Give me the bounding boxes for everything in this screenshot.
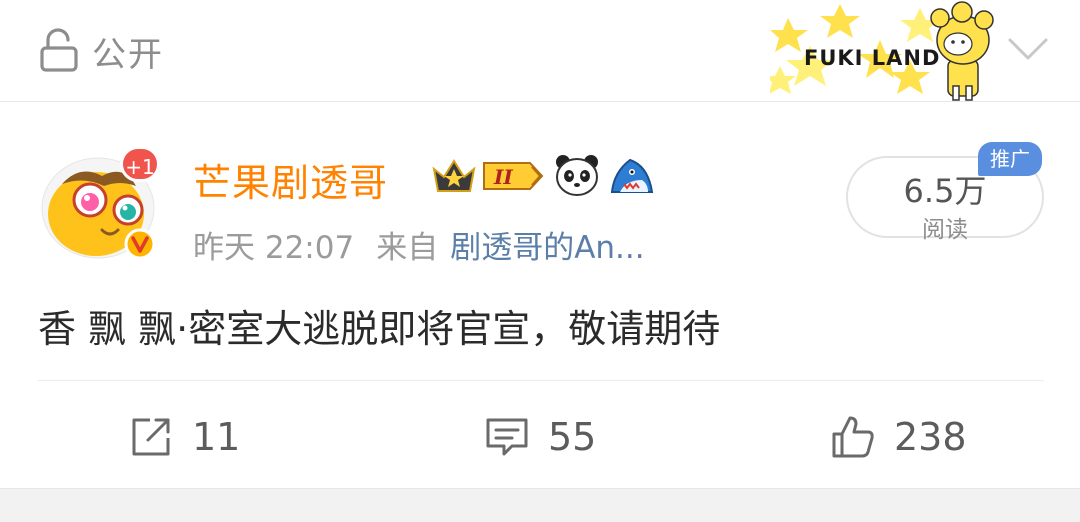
shark-badge-icon[interactable] — [608, 154, 656, 198]
panda-badge-icon[interactable] — [554, 152, 600, 198]
repost-icon — [132, 418, 170, 456]
promo-badge: 推广 — [978, 142, 1042, 176]
repost-count: 11 — [192, 415, 241, 459]
comment-button[interactable]: 55 — [484, 410, 596, 464]
like-button[interactable]: 238 — [830, 410, 967, 464]
post-text[interactable]: 香 飘 飘·密室大逃脱即将官宣，敬请期待 — [38, 298, 720, 353]
read-label: 阅读 — [922, 217, 968, 243]
new-notification-badge: +1 — [120, 146, 160, 182]
post-time: 昨天 22:07 — [193, 230, 355, 266]
banner-text: FUKI LAND — [804, 46, 941, 70]
feed-separator — [0, 488, 1080, 522]
from-label: 来自 — [376, 230, 439, 266]
username[interactable]: 芒果剧透哥 — [193, 152, 388, 207]
source-link[interactable]: 剧透哥的An... — [450, 230, 644, 266]
comment-icon — [486, 418, 528, 456]
visibility-indicator[interactable]: 公开 — [38, 26, 164, 76]
like-count: 238 — [894, 415, 967, 459]
crown-member-badge-icon[interactable]: II — [430, 155, 545, 197]
post-topbar: 公开 FUKI LAND — [0, 0, 1080, 102]
visibility-label: 公开 — [92, 34, 164, 75]
chevron-down-icon[interactable] — [1006, 30, 1050, 66]
divider — [38, 380, 1044, 381]
repost-button[interactable]: 11 — [128, 410, 240, 464]
svg-text:II: II — [493, 165, 513, 189]
comment-count: 55 — [548, 415, 597, 459]
post-meta: 昨天 22:07 来自 剧透哥的An... — [193, 222, 645, 267]
unlock-icon — [40, 28, 78, 72]
thumbs-up-icon — [832, 416, 874, 458]
